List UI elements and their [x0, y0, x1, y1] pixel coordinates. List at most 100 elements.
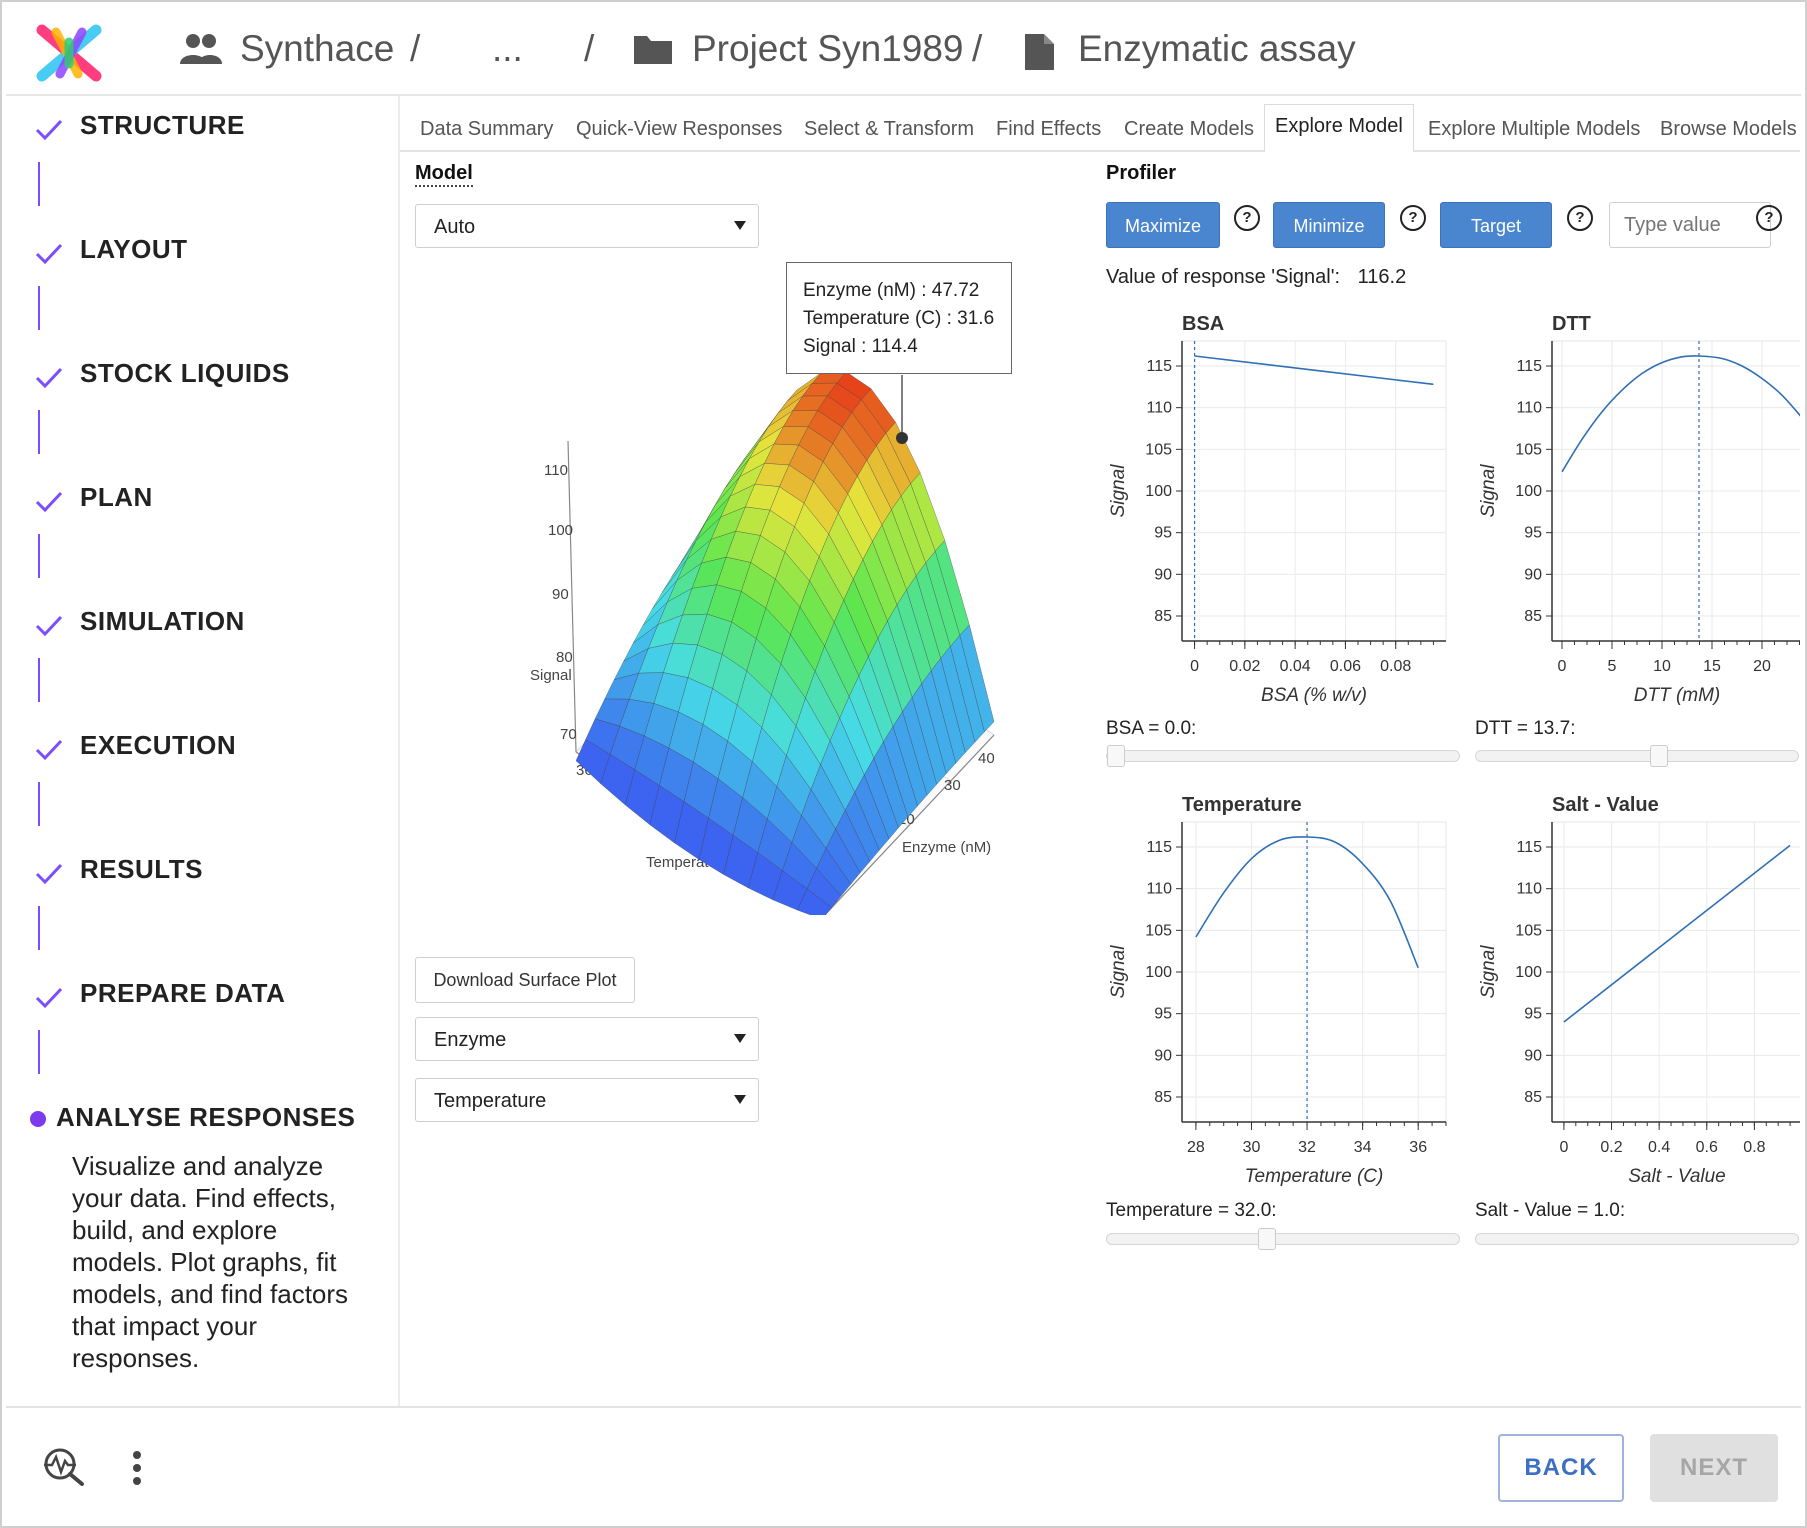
- step-label: RESULTS: [80, 854, 203, 884]
- document-icon: [1025, 34, 1054, 70]
- check-icon: [35, 119, 63, 141]
- salt-profile-plot[interactable]: Salt - Value 85 90 95 100 105 110 115 0 0.2 0.4 0.6…: [1468, 787, 1800, 1187]
- z-tick: 80: [556, 649, 573, 666]
- plot-title: Salt - Value: [1552, 794, 1659, 816]
- help-icon[interactable]: ?: [1234, 205, 1260, 231]
- bsa-profile-plot[interactable]: BSA 85 90 95 100 105 110 115 0 0.02 0.04 0.06 0.08 Si…: [1098, 306, 1458, 706]
- y-tick-label: 100: [1145, 964, 1172, 981]
- dtt-slider[interactable]: [1475, 745, 1799, 767]
- response-value-line: Value of response 'Signal': 116.2: [1106, 266, 1406, 289]
- y-tick-label: 100: [1515, 964, 1542, 981]
- step-connector: [38, 162, 40, 206]
- y-tick-label: 95: [1154, 1006, 1172, 1023]
- tab-find-effects[interactable]: Find Effects: [986, 108, 1111, 150]
- x-tick-label: 0.6: [1696, 1139, 1718, 1156]
- y-tick-label: 95: [1524, 525, 1542, 542]
- breadcrumb-ellipsis[interactable]: ...: [492, 28, 523, 70]
- chevron-down-icon: [734, 1034, 746, 1043]
- help-icon[interactable]: ?: [1400, 205, 1426, 231]
- dtt-slider-handle[interactable]: [1650, 745, 1669, 767]
- help-icon[interactable]: ?: [1756, 205, 1782, 231]
- y-axis-label: Signal: [1108, 464, 1129, 518]
- tab-explore-model[interactable]: Explore Model: [1264, 104, 1414, 153]
- tab-create-models[interactable]: Create Models: [1114, 108, 1264, 150]
- enzyme-axis-label: Enzyme (nM): [902, 839, 991, 856]
- people-icon: [180, 34, 222, 64]
- temperature-slider-handle[interactable]: [1258, 1228, 1277, 1250]
- tab-select-transform[interactable]: Select & Transform: [794, 108, 984, 150]
- z-tick: 110: [544, 462, 568, 479]
- temperature-slider[interactable]: [1106, 1228, 1460, 1250]
- breadcrumb-separator: /: [410, 28, 421, 69]
- step-connector: [38, 534, 40, 578]
- salt-slider[interactable]: [1475, 1233, 1799, 1245]
- x-tick-label: 0.8: [1743, 1139, 1765, 1156]
- step-label: SIMULATION: [80, 606, 245, 636]
- breadcrumb-separator: /: [972, 28, 983, 69]
- y-tick-label: 90: [1524, 1047, 1542, 1064]
- y-tick-label: 85: [1154, 1089, 1172, 1106]
- breadcrumb-workspace[interactable]: Synthace: [240, 28, 394, 70]
- model-select[interactable]: Auto: [415, 204, 759, 248]
- x-tick-label: 0.08: [1380, 658, 1411, 675]
- tab-browse-models[interactable]: Browse Models: [1650, 108, 1807, 150]
- tab-quick-view-responses[interactable]: Quick-View Responses: [566, 108, 792, 150]
- y-tick-label: 100: [1145, 483, 1172, 500]
- surface-mesh: [575, 371, 995, 915]
- x-tick-label: 32: [1298, 1139, 1316, 1156]
- bsa-slider-handle[interactable]: [1107, 745, 1125, 767]
- minimize-button[interactable]: Minimize: [1273, 202, 1385, 248]
- chevron-down-icon: [734, 221, 746, 230]
- y-tick-label: 110: [1146, 881, 1172, 898]
- y-tick-label: 105: [1145, 441, 1172, 458]
- x-tick-label: 5: [1608, 658, 1617, 675]
- y-axis-label: Signal: [1478, 945, 1499, 999]
- x-tick-label: 20: [1753, 658, 1771, 675]
- step-label: ANALYSE RESPONSES: [56, 1102, 356, 1132]
- breadcrumb-separator: /: [584, 28, 595, 69]
- bsa-slider[interactable]: [1106, 745, 1460, 767]
- dtt-profile-plot[interactable]: DTT 85 90 95 100 105 110 115 0 5 10 15 20 Signal DTT (…: [1468, 306, 1800, 706]
- target-value-input[interactable]: [1609, 202, 1771, 248]
- y-axis-label: Signal: [1478, 464, 1499, 518]
- target-button[interactable]: Target: [1440, 202, 1552, 248]
- tab-data-summary[interactable]: Data Summary: [410, 108, 563, 150]
- folder-icon: [634, 36, 672, 64]
- x-tick-label: 0.4: [1648, 1139, 1670, 1156]
- next-button[interactable]: NEXT: [1650, 1434, 1778, 1502]
- x-factor-select[interactable]: Enzyme: [415, 1017, 759, 1061]
- y-tick-label: 95: [1524, 1006, 1542, 1023]
- back-button[interactable]: BACK: [1498, 1434, 1624, 1502]
- analytics-search-icon[interactable]: [42, 1446, 86, 1486]
- bsa-slider-label: BSA = 0.0:: [1106, 718, 1197, 739]
- plot-title: DTT: [1552, 313, 1591, 335]
- tab-explore-multiple-models[interactable]: Explore Multiple Models: [1418, 108, 1650, 150]
- help-icon[interactable]: ?: [1567, 205, 1593, 231]
- breadcrumb-project[interactable]: Project Syn1989: [692, 28, 964, 70]
- x-tick-label: 0.02: [1229, 658, 1260, 675]
- active-step-dot: [30, 1111, 46, 1127]
- maximize-button[interactable]: Maximize: [1106, 202, 1220, 248]
- enzyme-tick: 40: [978, 750, 995, 767]
- check-icon: [35, 615, 63, 637]
- step-connector: [38, 1030, 40, 1074]
- y-axis-label: Signal: [1108, 945, 1129, 999]
- tooltip-enzyme: Enzyme (nM) : 47.72: [803, 280, 980, 301]
- check-icon: [35, 367, 63, 389]
- top-bar: Synthace / ... / Project Syn1989 / Enzym…: [6, 6, 1801, 96]
- y-tick-label: 85: [1154, 608, 1172, 625]
- synthace-logo-icon[interactable]: [36, 24, 102, 82]
- more-vert-icon[interactable]: [132, 1450, 142, 1486]
- y-tick-label: 105: [1515, 441, 1542, 458]
- x-axis-label: Salt - Value: [1628, 1166, 1726, 1187]
- download-surface-plot-button[interactable]: Download Surface Plot: [415, 957, 635, 1003]
- step-label: PREPARE DATA: [80, 978, 286, 1008]
- chevron-down-icon: [734, 1095, 746, 1104]
- x-tick-label: 0.2: [1600, 1139, 1622, 1156]
- y-factor-select[interactable]: Temperature: [415, 1078, 759, 1122]
- y-tick-label: 90: [1154, 1047, 1172, 1064]
- step-connector: [38, 410, 40, 454]
- temperature-profile-plot[interactable]: Temperature 85 90 95 100 105 110 115 28 30 32 34 36 S…: [1098, 787, 1458, 1187]
- enzyme-tick: 30: [944, 777, 961, 794]
- x-tick-label: 0: [1559, 1139, 1568, 1156]
